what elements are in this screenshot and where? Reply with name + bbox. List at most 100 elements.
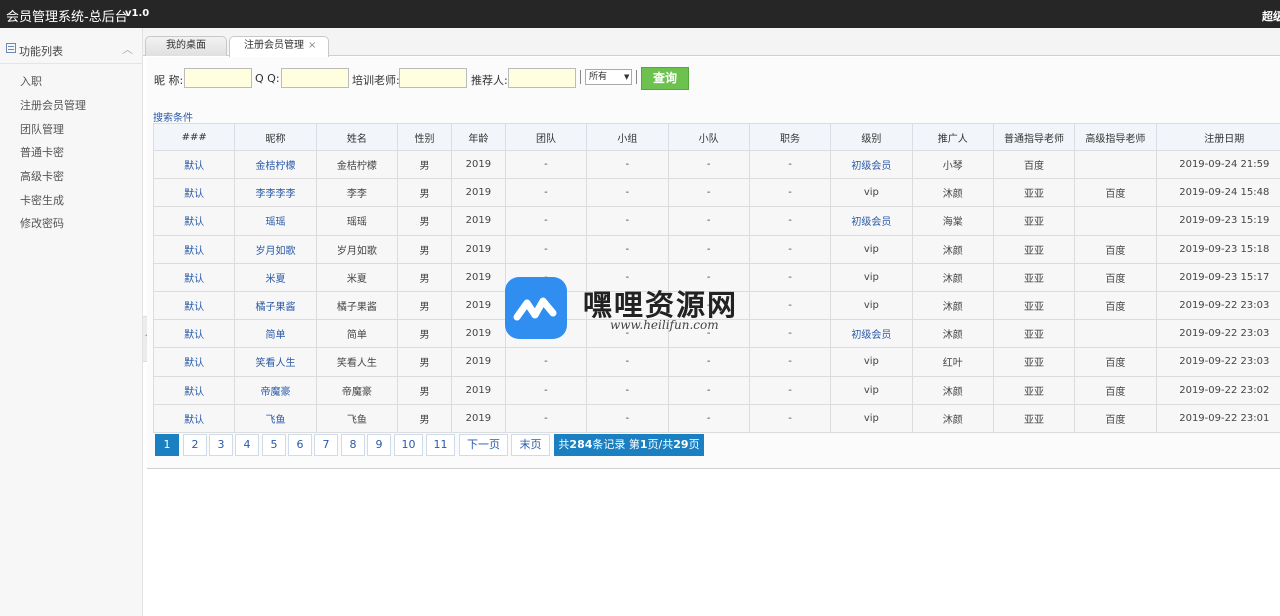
table-cell: vip — [830, 234, 913, 264]
table-cell: 亚亚 — [992, 375, 1076, 405]
sidebar-item-team-management[interactable]: 团队管理 — [20, 121, 64, 137]
table-cell: - — [748, 290, 832, 321]
next-page-button[interactable]: 下一页 — [459, 434, 508, 456]
table-cell — [1074, 319, 1157, 349]
sidebar-item-premium-card[interactable]: 高级卡密 — [20, 168, 64, 184]
nickname-input[interactable] — [184, 68, 252, 88]
chevron-up-icon[interactable]: ︿ — [122, 41, 133, 57]
sidebar-item-member-management[interactable]: 注册会员管理 — [20, 97, 86, 113]
table-cell: 2019-09-22 23:03 — [1155, 290, 1280, 321]
table-cell: 亚亚 — [992, 206, 1076, 236]
sidebar-item-onboarding[interactable]: 入职 — [20, 73, 42, 89]
table-cell[interactable]: 默认 — [152, 206, 236, 236]
column-header: 性别 — [397, 123, 452, 151]
search-conditions-link[interactable]: 搜索条件 — [153, 109, 193, 124]
table-cell[interactable]: 初级会员 — [830, 319, 913, 349]
table-cell[interactable]: 初级会员 — [830, 206, 913, 236]
table-cell: 沐颜 — [911, 375, 994, 405]
table-cell[interactable]: 初级会员 — [830, 149, 913, 180]
table-cell[interactable]: 帝魔豪 — [234, 375, 317, 405]
page-1-button[interactable]: 1 — [155, 434, 179, 456]
table-cell[interactable]: 笑看人生 — [234, 347, 317, 377]
search-form: 昵 称: Q Q: 培训老师: 推荐人: 所有 ▼ 查询 — [147, 65, 1280, 91]
table-cell: - — [667, 206, 750, 236]
page-7-button[interactable]: 7 — [314, 434, 338, 456]
table-cell[interactable]: 橘子果酱 — [234, 290, 317, 321]
qq-input[interactable] — [281, 68, 349, 88]
table-cell[interactable]: 简单 — [234, 319, 317, 349]
table-cell[interactable]: 默认 — [152, 234, 236, 264]
query-button[interactable]: 查询 — [641, 67, 689, 90]
referrer-input[interactable] — [508, 68, 576, 88]
close-icon[interactable]: × — [308, 37, 316, 55]
table-cell: 2019 — [450, 234, 506, 264]
table-cell[interactable]: 飞鱼 — [234, 403, 317, 433]
table-cell[interactable]: 米夏 — [234, 262, 317, 292]
table-cell: 2019 — [450, 178, 506, 208]
sidebar-item-normal-card[interactable]: 普通卡密 — [20, 144, 64, 160]
table-header-row: ### 昵称 姓名 性别 年龄 团队 小组 小队 职务 级别 推广人 普通指导老师 高级指导老师 注册日期 — [152, 123, 1280, 151]
table-cell[interactable]: 默认 — [152, 262, 236, 292]
tab-member-management[interactable]: 注册会员管理 × — [229, 36, 329, 57]
watermark-logo — [505, 277, 567, 339]
page-3-button[interactable]: 3 — [209, 434, 233, 456]
table-cell: - — [586, 403, 669, 433]
table-cell[interactable]: 默认 — [152, 347, 236, 377]
wave-logo-icon — [513, 297, 557, 321]
table-cell[interactable]: 默认 — [152, 403, 236, 433]
table-cell[interactable]: 瑶瑶 — [234, 206, 317, 236]
table-cell: - — [504, 234, 588, 264]
table-cell[interactable]: 默认 — [152, 149, 236, 180]
table-cell: - — [504, 347, 588, 377]
table-cell[interactable]: 李李李李 — [234, 178, 317, 208]
table-cell[interactable]: 默认 — [152, 375, 236, 405]
tab-my-desktop[interactable]: 我的桌面 — [145, 36, 227, 56]
level-select[interactable]: 所有 ▼ — [585, 69, 632, 85]
table-cell: - — [748, 403, 832, 433]
app-version: v1.0 — [125, 8, 150, 19]
page-10-button[interactable]: 10 — [394, 434, 423, 456]
table-cell: 男 — [397, 403, 452, 433]
sidebar: 功能列表 ︿ 入职 注册会员管理 团队管理 普通卡密 高级卡密 卡密生成 修改密… — [0, 28, 143, 616]
current-user[interactable]: 超级 — [1262, 8, 1280, 24]
page-2-button[interactable]: 2 — [183, 434, 207, 456]
table-cell: - — [504, 206, 588, 236]
table-cell: vip — [830, 290, 913, 321]
table-cell[interactable]: 默认 — [152, 290, 236, 321]
page-4-button[interactable]: 4 — [235, 434, 259, 456]
table-cell: 亚亚 — [992, 347, 1076, 377]
table-cell: - — [748, 347, 832, 377]
table-cell: 沐颜 — [911, 178, 994, 208]
table-cell: 沐颜 — [911, 319, 994, 349]
table-cell: - — [586, 375, 669, 405]
table-cell[interactable]: 金桔柠檬 — [234, 149, 317, 180]
table-cell: 2019 — [450, 375, 506, 405]
table-row: 默认 瑶瑶 瑶瑶男 2019- - - - 初级会员 海棠 亚亚 2019-09-23 15:19 — [152, 206, 1280, 236]
trainer-input[interactable] — [399, 68, 467, 88]
table-cell: 百度 — [1074, 262, 1157, 292]
table-cell[interactable]: 岁月如歌 — [234, 234, 317, 264]
table-cell[interactable]: 默认 — [152, 178, 236, 208]
divider — [636, 70, 637, 84]
table-cell: 男 — [397, 262, 452, 292]
last-page-button[interactable]: 末页 — [511, 434, 550, 456]
page-6-button[interactable]: 6 — [288, 434, 312, 456]
page-5-button[interactable]: 5 — [262, 434, 286, 456]
page-8-button[interactable]: 8 — [341, 434, 365, 456]
table-cell: 百度 — [1074, 234, 1157, 264]
table-cell: 男 — [397, 319, 452, 349]
table-cell: - — [748, 149, 832, 180]
nickname-label: 昵 称: — [154, 74, 184, 87]
tab-bar: 我的桌面 注册会员管理 × — [143, 28, 1280, 57]
table-cell: 米夏 — [315, 262, 399, 292]
page-11-button[interactable]: 11 — [426, 434, 455, 456]
table-cell[interactable]: 默认 — [152, 319, 236, 349]
table-cell: - — [504, 375, 588, 405]
sidebar-item-card-generate[interactable]: 卡密生成 — [20, 192, 64, 208]
sidebar-header[interactable]: 功能列表 ︿ — [0, 38, 143, 64]
sidebar-item-change-password[interactable]: 修改密码 — [20, 215, 64, 231]
page-9-button[interactable]: 9 — [367, 434, 391, 456]
table-cell: 亚亚 — [992, 262, 1076, 292]
table-cell: 亚亚 — [992, 290, 1076, 321]
table-cell: 2019-09-22 23:02 — [1155, 375, 1280, 405]
